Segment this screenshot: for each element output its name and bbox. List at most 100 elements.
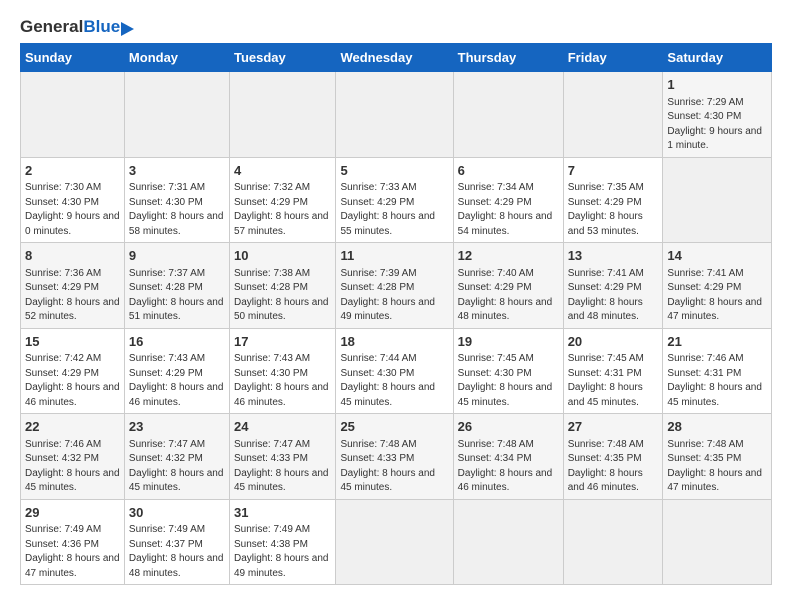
day-info: Sunrise: 7:30 AMSunset: 4:30 PMDaylight:… [25,182,120,237]
calendar-cell: 1Sunrise: 7:29 AMSunset: 4:30 PMDaylight… [663,72,772,158]
day-info: Sunrise: 7:33 AMSunset: 4:29 PMDaylight:… [340,182,435,237]
calendar-cell [336,72,453,158]
calendar-cell [453,72,563,158]
column-header-sunday: Sunday [21,44,125,72]
day-info: Sunrise: 7:31 AMSunset: 4:30 PMDaylight:… [129,182,224,237]
column-header-thursday: Thursday [453,44,563,72]
day-number: 29 [25,504,120,522]
day-info: Sunrise: 7:45 AMSunset: 4:30 PMDaylight:… [458,353,553,408]
calendar-cell: 10 Sunrise: 7:38 AMSunset: 4:28 PMDayligh… [229,243,335,329]
day-number: 12 [458,247,559,265]
day-number: 8 [25,247,120,265]
calendar-cell: 28 Sunrise: 7:48 AMSunset: 4:35 PMDayligh… [663,414,772,500]
day-info: Sunrise: 7:43 AMSunset: 4:30 PMDaylight:… [234,353,329,408]
column-header-monday: Monday [124,44,229,72]
day-info: Sunrise: 7:49 AMSunset: 4:36 PMDaylight:… [25,524,120,579]
calendar-cell: 25Sunrise: 7:48 AMSunset: 4:33 PMDayligh… [336,414,453,500]
day-number: 31 [234,504,331,522]
day-info: Sunrise: 7:45 AMSunset: 4:31 PMDaylight:… [568,353,644,408]
column-header-friday: Friday [563,44,663,72]
calendar-cell: 22 Sunrise: 7:46 AMSunset: 4:32 PMDayligh… [21,414,125,500]
calendar-cell: 30 Sunrise: 7:49 AMSunset: 4:37 PMDayligh… [124,499,229,585]
day-number: 24 [234,418,331,436]
day-number: 4 [234,162,331,180]
week-row-3: 8 Sunrise: 7:36 AMSunset: 4:29 PMDaylight… [21,243,772,329]
week-row-4: 15Sunrise: 7:42 AMSunset: 4:29 PMDayligh… [21,328,772,414]
day-info: Sunrise: 7:40 AMSunset: 4:29 PMDaylight:… [458,268,553,323]
calendar-cell: 12 Sunrise: 7:40 AMSunset: 4:29 PMDayligh… [453,243,563,329]
day-info: Sunrise: 7:48 AMSunset: 4:33 PMDaylight:… [340,439,435,494]
day-info: Sunrise: 7:48 AMSunset: 4:34 PMDaylight:… [458,439,553,494]
day-info: Sunrise: 7:36 AMSunset: 4:29 PMDaylight:… [25,268,120,323]
calendar-cell: 6 Sunrise: 7:34 AMSunset: 4:29 PMDaylight… [453,157,563,243]
calendar-cell: 15Sunrise: 7:42 AMSunset: 4:29 PMDayligh… [21,328,125,414]
day-info: Sunrise: 7:32 AMSunset: 4:29 PMDaylight:… [234,182,329,237]
calendar-cell: 31 Sunrise: 7:49 AMSunset: 4:38 PMDayligh… [229,499,335,585]
calendar-cell: 19 Sunrise: 7:45 AMSunset: 4:30 PMDayligh… [453,328,563,414]
calendar-cell [21,72,125,158]
calendar-cell [124,72,229,158]
day-number: 7 [568,162,659,180]
page-container: GeneralBlue SundayMondayTuesdayWednesday… [0,0,792,595]
column-header-wednesday: Wednesday [336,44,453,72]
day-number: 28 [667,418,767,436]
calendar-cell [563,72,663,158]
day-number: 5 [340,162,448,180]
column-header-tuesday: Tuesday [229,44,335,72]
calendar-cell: 27 Sunrise: 7:48 AMSunset: 4:35 PMDayligh… [563,414,663,500]
day-info: Sunrise: 7:49 AMSunset: 4:37 PMDaylight:… [129,524,224,579]
day-number: 6 [458,162,559,180]
week-row-2: 2 Sunrise: 7:30 AMSunset: 4:30 PMDaylight… [21,157,772,243]
day-number: 2 [25,162,120,180]
day-number: 16 [129,333,225,351]
header: GeneralBlue [20,18,772,35]
calendar-cell [336,499,453,585]
calendar-cell: 13 Sunrise: 7:41 AMSunset: 4:29 PMDayligh… [563,243,663,329]
calendar-cell: 21 Sunrise: 7:46 AMSunset: 4:31 PMDayligh… [663,328,772,414]
day-info: Sunrise: 7:37 AMSunset: 4:28 PMDaylight:… [129,268,224,323]
day-number: 20 [568,333,659,351]
calendar-cell: 20 Sunrise: 7:45 AMSunset: 4:31 PMDayligh… [563,328,663,414]
day-number: 17 [234,333,331,351]
day-number: 23 [129,418,225,436]
day-info: Sunrise: 7:47 AMSunset: 4:32 PMDaylight:… [129,439,224,494]
day-info: Sunrise: 7:43 AMSunset: 4:29 PMDaylight:… [129,353,224,408]
day-info: Sunrise: 7:38 AMSunset: 4:28 PMDaylight:… [234,268,329,323]
day-number: 26 [458,418,559,436]
day-number: 21 [667,333,767,351]
calendar-cell: 29 Sunrise: 7:49 AMSunset: 4:36 PMDayligh… [21,499,125,585]
day-number: 3 [129,162,225,180]
calendar-cell: 8 Sunrise: 7:36 AMSunset: 4:29 PMDaylight… [21,243,125,329]
day-info: Sunrise: 7:49 AMSunset: 4:38 PMDaylight:… [234,524,329,579]
week-row-6: 29 Sunrise: 7:49 AMSunset: 4:36 PMDayligh… [21,499,772,585]
day-info: Sunrise: 7:48 AMSunset: 4:35 PMDaylight:… [568,439,644,494]
day-info: Sunrise: 7:44 AMSunset: 4:30 PMDaylight:… [340,353,435,408]
calendar-cell [453,499,563,585]
calendar-cell: 5 Sunrise: 7:33 AMSunset: 4:29 PMDaylight… [336,157,453,243]
day-info: Sunrise: 7:29 AMSunset: 4:30 PMDaylight:… [667,97,762,152]
calendar-cell: 18Sunrise: 7:44 AMSunset: 4:30 PMDayligh… [336,328,453,414]
day-number: 30 [129,504,225,522]
day-info: Sunrise: 7:46 AMSunset: 4:32 PMDaylight:… [25,439,120,494]
calendar-cell: 2 Sunrise: 7:30 AMSunset: 4:30 PMDaylight… [21,157,125,243]
calendar-cell [663,157,772,243]
day-number: 22 [25,418,120,436]
day-info: Sunrise: 7:41 AMSunset: 4:29 PMDaylight:… [667,268,762,323]
day-number: 19 [458,333,559,351]
day-info: Sunrise: 7:34 AMSunset: 4:29 PMDaylight:… [458,182,553,237]
calendar-cell [663,499,772,585]
day-info: Sunrise: 7:41 AMSunset: 4:29 PMDaylight:… [568,268,644,323]
logo: GeneralBlue [20,18,120,35]
day-number: 9 [129,247,225,265]
calendar-cell: 7 Sunrise: 7:35 AMSunset: 4:29 PMDaylight… [563,157,663,243]
calendar-cell: 17 Sunrise: 7:43 AMSunset: 4:30 PMDayligh… [229,328,335,414]
day-number: 14 [667,247,767,265]
day-number: 13 [568,247,659,265]
day-number: 11 [340,247,448,265]
day-number: 10 [234,247,331,265]
day-info: Sunrise: 7:48 AMSunset: 4:35 PMDaylight:… [667,439,762,494]
week-row-1: 1Sunrise: 7:29 AMSunset: 4:30 PMDaylight… [21,72,772,158]
day-info: Sunrise: 7:35 AMSunset: 4:29 PMDaylight:… [568,182,644,237]
day-number: 27 [568,418,659,436]
day-info: Sunrise: 7:46 AMSunset: 4:31 PMDaylight:… [667,353,762,408]
